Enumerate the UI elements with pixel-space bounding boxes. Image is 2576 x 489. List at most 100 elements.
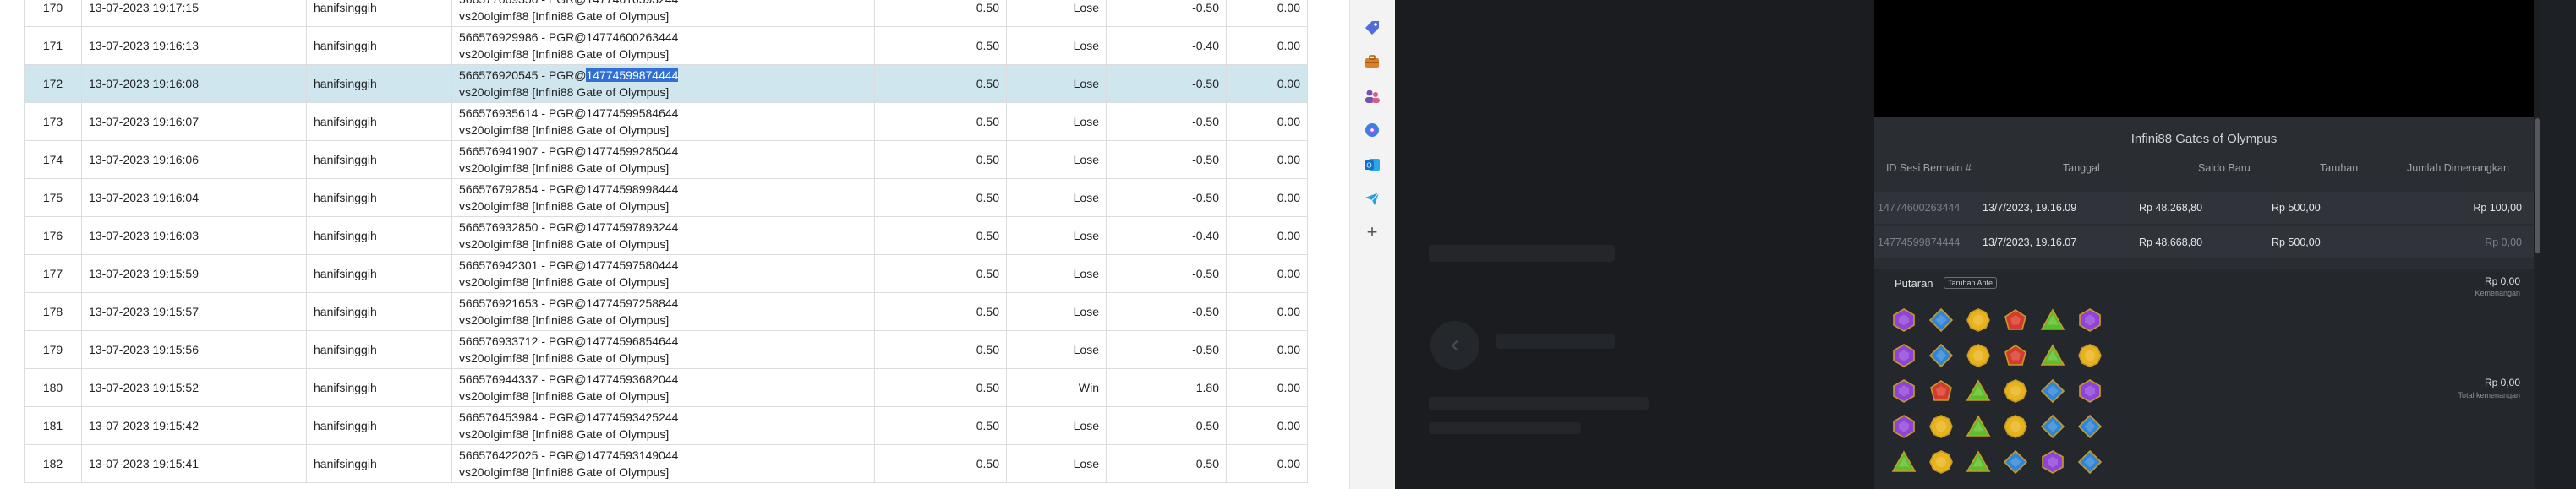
blue-gem-icon	[2040, 414, 2065, 439]
bet-result: Lose	[1006, 216, 1107, 255]
bet-jackpot: 0.00	[1226, 26, 1308, 65]
bet-winlose: -0.50	[1106, 254, 1227, 293]
bet-detail-id: 566577669356 - PGR@14774616593244	[459, 0, 678, 6]
bet-jackpot: 0.00	[1226, 216, 1308, 255]
spin-win-amount: Rp 0,00	[2484, 275, 2520, 287]
toolbox-icon[interactable]	[1363, 52, 1381, 71]
bet-detail: 566576944337 - PGR@14774593682044 vs20olg…	[451, 368, 875, 407]
game-history-panel: Infini88 Gates of Olympus ID Sesi Bermai…	[1874, 117, 2534, 489]
bet-row-number: 170	[24, 0, 82, 27]
bet-detail: 566576921653 - PGR@14774597258844 vs20olg…	[451, 292, 875, 331]
blue-gem-icon	[2003, 449, 2028, 475]
bet-row[interactable]: 172 13-07-2023 19:16:08 hanifsinggih 566576…	[24, 64, 1308, 103]
bet-username: hanifsinggih	[306, 216, 452, 255]
bet-row-number: 172	[24, 64, 82, 103]
blue-gem-icon	[1928, 307, 1954, 333]
history-header-balance: Saldo Baru	[2198, 162, 2251, 174]
bet-row[interactable]: 174 13-07-2023 19:16:06 hanifsinggih 566576…	[24, 140, 1308, 179]
green-gem-icon	[2040, 343, 2065, 368]
blue-gem-icon	[2040, 378, 2065, 404]
spin-win-caption: Kemenangan	[2475, 289, 2520, 297]
dimmed-text-placeholder	[1429, 422, 1581, 434]
copilot-icon[interactable]	[1363, 121, 1381, 139]
bet-detail-id: 566576929986 - PGR@14774600263444	[459, 30, 679, 44]
bet-username: hanifsinggih	[306, 178, 452, 217]
bet-row[interactable]: 178 13-07-2023 19:15:57 hanifsinggih 566576…	[24, 292, 1308, 331]
red-gem-icon	[2003, 343, 2028, 368]
bet-row[interactable]: 171 13-07-2023 19:16:13 hanifsinggih 566576…	[24, 26, 1308, 65]
bet-amount: 0.50	[874, 444, 1007, 483]
game-area: ‹ Infini88 Gates of Olympus ID Sesi Berm…	[1395, 0, 2576, 489]
send-icon[interactable]	[1363, 189, 1381, 208]
green-gem-icon	[1891, 449, 1917, 475]
bet-result: Lose	[1006, 406, 1107, 445]
bet-winlose: -0.50	[1106, 292, 1227, 331]
tag-icon[interactable]	[1363, 19, 1381, 37]
history-row[interactable]: 14774599874444 13/7/2023, 19.16.07 Rp 48…	[1874, 226, 2534, 258]
bet-winlose: -0.50	[1106, 140, 1227, 179]
bet-row[interactable]: 180 13-07-2023 19:15:52 hanifsinggih 566576…	[24, 368, 1308, 407]
bet-jackpot: 0.00	[1226, 64, 1308, 103]
bet-detail-game: vs20olgimf88 [Infini88 Gate of Olympus]	[459, 9, 670, 23]
bet-row[interactable]: 175 13-07-2023 19:16:04 hanifsinggih 566576…	[24, 178, 1308, 217]
history-scrollbar-thumb[interactable]	[2535, 118, 2540, 253]
bet-date: 13-07-2023 19:15:57	[81, 292, 307, 331]
outlook-icon[interactable]: O	[1363, 155, 1381, 174]
yellow-gem-icon	[2077, 343, 2103, 368]
bet-detail: 566576792854 - PGR@14774598998444 vs20olg…	[451, 178, 875, 217]
bet-amount: 0.50	[874, 26, 1007, 65]
red-gem-icon	[1928, 378, 1954, 404]
bet-detail-game: vs20olgimf88 [Infini88 Gate of Olympus]	[459, 47, 670, 61]
bet-row-number: 175	[24, 178, 82, 217]
bet-detail: 566576453984 - PGR@14774593425244 vs20olg…	[451, 406, 875, 445]
bet-row[interactable]: 177 13-07-2023 19:15:59 hanifsinggih 566576…	[24, 254, 1308, 293]
bet-date: 13-07-2023 19:16:03	[81, 216, 307, 255]
bet-row-number: 181	[24, 406, 82, 445]
bet-username: hanifsinggih	[306, 330, 452, 369]
bet-username: hanifsinggih	[306, 406, 452, 445]
purple-gem-icon	[1891, 307, 1917, 333]
bet-date: 13-07-2023 19:16:06	[81, 140, 307, 179]
green-gem-icon	[1966, 414, 1991, 439]
bet-detail-game: vs20olgimf88 [Infini88 Gate of Olympus]	[459, 351, 670, 365]
add-sidebar-app-button[interactable]: +	[1362, 223, 1382, 243]
bet-row[interactable]: 176 13-07-2023 19:16:03 hanifsinggih 566576…	[24, 216, 1308, 255]
total-win-caption: Total kemenangan	[2458, 391, 2520, 399]
back-arrow-button[interactable]: ‹	[1430, 321, 1479, 370]
bet-winlose: -0.50	[1106, 444, 1227, 483]
selected-text-highlight[interactable]: 14774599874444	[586, 68, 679, 82]
bet-row[interactable]: 181 13-07-2023 19:15:42 hanifsinggih 566576…	[24, 406, 1308, 445]
bet-row-number: 178	[24, 292, 82, 331]
bet-row[interactable]: 17013-07-2023 19:17:15hanifsinggih566577…	[24, 0, 1308, 27]
bet-result: Win	[1006, 368, 1107, 407]
bet-row-number: 174	[24, 140, 82, 179]
bet-result: Lose	[1006, 292, 1107, 331]
bet-row[interactable]: 182 13-07-2023 19:15:41 hanifsinggih 566576…	[24, 444, 1308, 483]
bet-row-number: 176	[24, 216, 82, 255]
people-icon[interactable]	[1363, 87, 1381, 106]
bet-amount: 0.50	[874, 368, 1007, 407]
bet-history-body: 17013-07-2023 19:17:15hanifsinggih566577…	[24, 0, 1308, 483]
bet-detail-game: vs20olgimf88 [Infini88 Gate of Olympus]	[459, 237, 670, 251]
bet-jackpot: 0.00	[1226, 254, 1308, 293]
yellow-gem-icon	[2003, 414, 2028, 439]
bet-amount: 0.50	[874, 0, 1007, 27]
yellow-gem-icon	[1966, 307, 1991, 333]
bet-detail-game: vs20olgimf88 [Infini88 Gate of Olympus]	[459, 313, 670, 327]
bet-detail-id: 566576932850 - PGR@14774597893244	[459, 220, 679, 234]
bet-detail-game: vs20olgimf88 [Infini88 Gate of Olympus]	[459, 199, 670, 213]
bet-winlose: -0.50	[1106, 102, 1227, 141]
history-row[interactable]: 14774600263444 13/7/2023, 19.16.09 Rp 48…	[1874, 192, 2534, 224]
blue-gem-icon	[2077, 414, 2103, 439]
bet-row[interactable]: 173 13-07-2023 19:16:07 hanifsinggih 566576…	[24, 102, 1308, 141]
bet-result: Lose	[1006, 444, 1107, 483]
bet-detail-id: 566576422025 - PGR@14774593149044	[459, 448, 679, 462]
bet-detail: 566576935614 - PGR@14774599584644 vs20olg…	[451, 102, 875, 141]
bet-result: Lose	[1006, 102, 1107, 141]
history-bet: Rp 500,00	[2272, 202, 2321, 214]
svg-text:O: O	[1366, 162, 1371, 170]
bet-row[interactable]: 179 13-07-2023 19:15:56 hanifsinggih 566576…	[24, 330, 1308, 369]
bet-row-number: 182	[24, 444, 82, 483]
bet-detail-game: vs20olgimf88 [Infini88 Gate of Olympus]	[459, 465, 670, 479]
bet-date: 13-07-2023 19:16:13	[81, 26, 307, 65]
